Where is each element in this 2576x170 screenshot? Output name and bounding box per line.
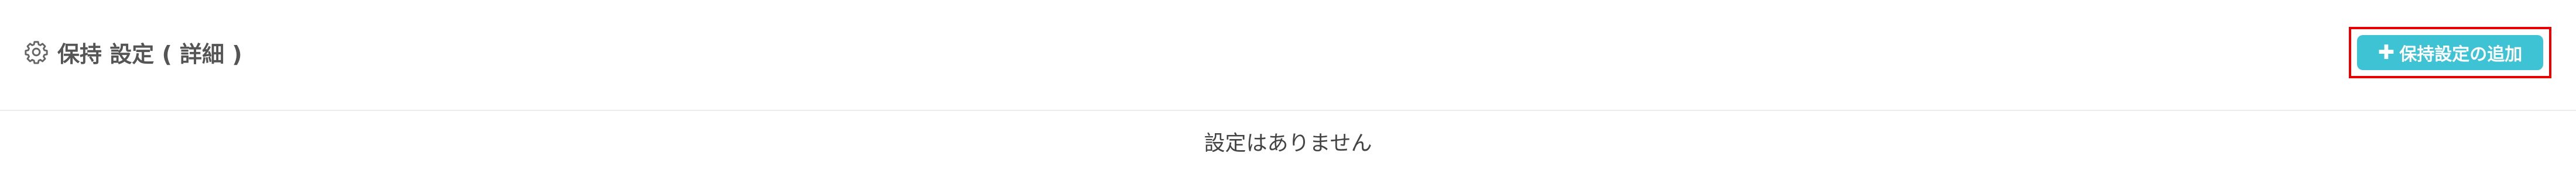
page-title: 保持 設定 ( 詳細 ) xyxy=(23,35,242,69)
gear-icon xyxy=(23,39,49,65)
plus-icon: ✚ xyxy=(2378,41,2395,64)
retention-settings-panel: 保持 設定 ( 詳細 ) ✚ 保持設定の追加 設定はありません xyxy=(0,0,2576,170)
empty-state-message: 設定はありません xyxy=(1204,131,1372,155)
page-title-text: 保持 設定 ( 詳細 ) xyxy=(57,41,242,67)
add-button-highlight: ✚ 保持設定の追加 xyxy=(2349,27,2551,78)
add-retention-setting-button[interactable]: ✚ 保持設定の追加 xyxy=(2357,35,2543,70)
panel-header: 保持 設定 ( 詳細 ) ✚ 保持設定の追加 xyxy=(0,0,2576,111)
add-button-label: 保持設定の追加 xyxy=(2399,44,2523,65)
